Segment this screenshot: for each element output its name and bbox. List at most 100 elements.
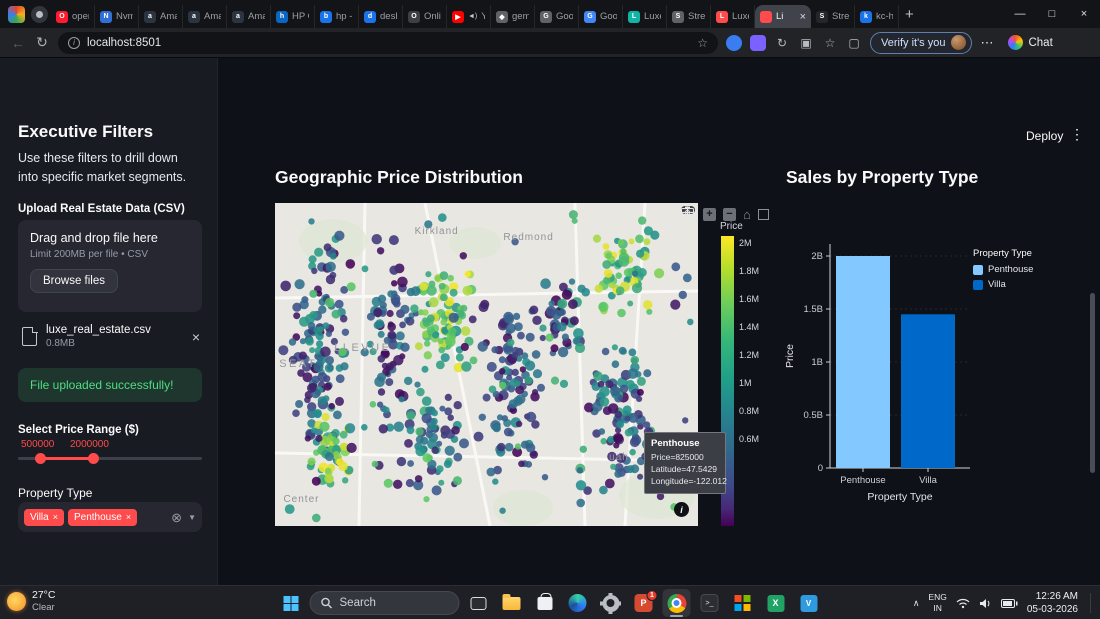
- app-menu-icon[interactable]: ⋮: [1070, 126, 1084, 143]
- slider-max-value: 2000000: [70, 439, 109, 450]
- maximize-button[interactable]: □: [1036, 0, 1068, 28]
- new-tab-button[interactable]: +: [905, 7, 914, 22]
- address-bar[interactable]: i localhost:8501 ☆: [58, 31, 718, 54]
- vscode-button[interactable]: V: [795, 589, 823, 617]
- map-info-icon[interactable]: i: [674, 502, 689, 517]
- selected-option-chip[interactable]: Penthouse ×: [67, 508, 138, 526]
- chip-list: Villa × Penthouse ×: [24, 508, 138, 526]
- browser-tab[interactable]: h HP O: [271, 5, 315, 28]
- minimize-button[interactable]: —: [1004, 0, 1036, 28]
- chat-button[interactable]: Chat: [1002, 32, 1058, 54]
- browser-tab[interactable]: N Nvme: [95, 5, 139, 28]
- taskbar-search[interactable]: Search: [309, 591, 460, 615]
- slider-handle-max[interactable]: [88, 453, 99, 464]
- legend-item[interactable]: Villa: [973, 279, 1033, 290]
- sync-icon[interactable]: ↻: [774, 35, 790, 51]
- settings-button[interactable]: [597, 589, 625, 617]
- property-type-multiselect[interactable]: Villa × Penthouse × ⊗ ▼: [18, 502, 202, 532]
- browser-tab[interactable]: S Strea: [667, 5, 711, 28]
- back-icon[interactable]: ←: [10, 35, 26, 51]
- browse-files-button[interactable]: Browse files: [30, 269, 118, 293]
- bar-penthouse[interactable]: [836, 256, 890, 468]
- browser-tab[interactable]: ddeshs: [359, 5, 403, 28]
- slider-handle-min[interactable]: [35, 453, 46, 464]
- close-button[interactable]: ×: [1068, 0, 1100, 28]
- office-button[interactable]: [729, 589, 757, 617]
- zoom-in-icon[interactable]: +: [703, 208, 716, 221]
- price-range-slider[interactable]: [18, 452, 202, 464]
- start-button[interactable]: [283, 595, 299, 611]
- chrome-button[interactable]: [662, 589, 691, 617]
- reset-view-icon[interactable]: ⌂: [743, 208, 751, 221]
- page-scrollbar[interactable]: [1090, 293, 1095, 473]
- notification-app-button[interactable]: P1: [630, 589, 658, 617]
- browser-tab[interactable]: k kc-ho: [855, 5, 899, 28]
- browser-tabstrip: OoperaNNvmeaAmazaAmazaAmazhHP Obhp - 5dd…: [0, 0, 1100, 28]
- taskbar-weather[interactable]: 27°C Clear: [7, 589, 55, 614]
- language-indicator[interactable]: ENG IN: [928, 592, 946, 614]
- browser-tab[interactable]: a Amaz: [227, 5, 271, 28]
- zoom-out-icon[interactable]: −: [723, 208, 736, 221]
- deploy-button[interactable]: Deploy: [1026, 129, 1063, 143]
- bar-chart[interactable]: 00.5B1B1.5B2BPenthouse VillaProperty Type…: [770, 208, 1100, 520]
- sheets-button[interactable]: X: [762, 589, 790, 617]
- battery-icon[interactable]: [1000, 598, 1018, 608]
- fullscreen-icon[interactable]: [757, 209, 769, 220]
- browser-menu-icon[interactable]: ⋯: [980, 35, 994, 51]
- show-desktop-handle[interactable]: [1090, 593, 1092, 613]
- terminal-button[interactable]: >_: [696, 589, 724, 617]
- chevron-down-icon[interactable]: ▼: [188, 513, 196, 522]
- browser-workspaces-icon[interactable]: [8, 5, 25, 23]
- browser-tab[interactable]: a Amaz: [183, 5, 227, 28]
- tooltip-latitude: Latitude=47.5429: [651, 463, 717, 474]
- browser-tab[interactable]: b hp - 5: [315, 5, 359, 28]
- site-info-icon[interactable]: i: [68, 36, 80, 49]
- browser-tab[interactable]: S Strea: [811, 5, 855, 28]
- favorites-list-icon[interactable]: ☆: [822, 35, 838, 51]
- task-view-button[interactable]: [465, 589, 493, 617]
- remove-file-icon[interactable]: ×: [192, 329, 202, 345]
- wifi-icon[interactable]: [956, 598, 970, 609]
- reload-icon[interactable]: ↻: [34, 34, 50, 51]
- bar-villa[interactable]: [901, 314, 955, 468]
- tab-favicon: a: [144, 10, 156, 23]
- file-dropzone[interactable]: Drag and drop file here Limit 200MB per …: [18, 220, 202, 312]
- selected-option-chip[interactable]: Villa ×: [24, 508, 64, 526]
- speaker-icon[interactable]: [979, 598, 992, 609]
- browser-tab[interactable]: G Goog: [535, 5, 579, 28]
- taskbar-clock[interactable]: 12:26 AM 05-03-2026: [1027, 590, 1078, 617]
- edge-button[interactable]: [564, 589, 592, 617]
- browser-tab[interactable]: L Luxe: [623, 5, 667, 28]
- chip-remove-icon[interactable]: ×: [126, 512, 131, 522]
- extension-purple-icon[interactable]: [750, 34, 766, 51]
- notification-badge: 1: [646, 590, 658, 601]
- tab-search-icon[interactable]: [31, 5, 48, 23]
- downloads-box-icon[interactable]: ▢: [846, 35, 862, 51]
- tab-close-icon[interactable]: ×: [800, 11, 806, 23]
- url-text[interactable]: localhost:8501: [87, 37, 690, 49]
- verify-identity-button[interactable]: Verify it's you: [870, 31, 973, 54]
- svg-text:Property Type: Property Type: [867, 491, 932, 503]
- clear-all-icon[interactable]: ⊗: [171, 511, 182, 524]
- geo-scatter-map[interactable]: Kirkland Redmond LLEVUE SEAT uah Center: [275, 203, 698, 526]
- browser-tab[interactable]: a Amaz: [139, 5, 183, 28]
- chip-remove-icon[interactable]: ×: [53, 512, 58, 522]
- extensions-puzzle-icon[interactable]: ▣: [798, 35, 814, 51]
- tray-chevron-icon[interactable]: ∧: [913, 598, 920, 609]
- tab-favicon: S: [816, 10, 828, 23]
- browser-tab[interactable]: Oopera: [51, 5, 95, 28]
- browser-tab[interactable]: ◆ gemi: [491, 5, 535, 28]
- extension-blue-icon[interactable]: [726, 34, 742, 51]
- tab-audio-icon[interactable]: ◄): [468, 13, 477, 20]
- bookmark-star-icon[interactable]: ☆: [697, 36, 708, 50]
- streamlit-app: Executive Filters Use these filters to d…: [0, 58, 1100, 585]
- browser-tab[interactable]: G Goog: [579, 5, 623, 28]
- pan-icon[interactable]: [681, 206, 694, 219]
- legend-item[interactable]: Penthouse: [973, 264, 1033, 275]
- browser-tab[interactable]: L Luxe: [711, 5, 755, 28]
- browser-tab[interactable]: O Onlin: [403, 5, 447, 28]
- browser-tab[interactable]: Li ×: [755, 5, 811, 28]
- browser-tab[interactable]: ▶ ◄) Yo: [447, 5, 491, 28]
- file-explorer-button[interactable]: [498, 589, 526, 617]
- store-button[interactable]: [531, 589, 559, 617]
